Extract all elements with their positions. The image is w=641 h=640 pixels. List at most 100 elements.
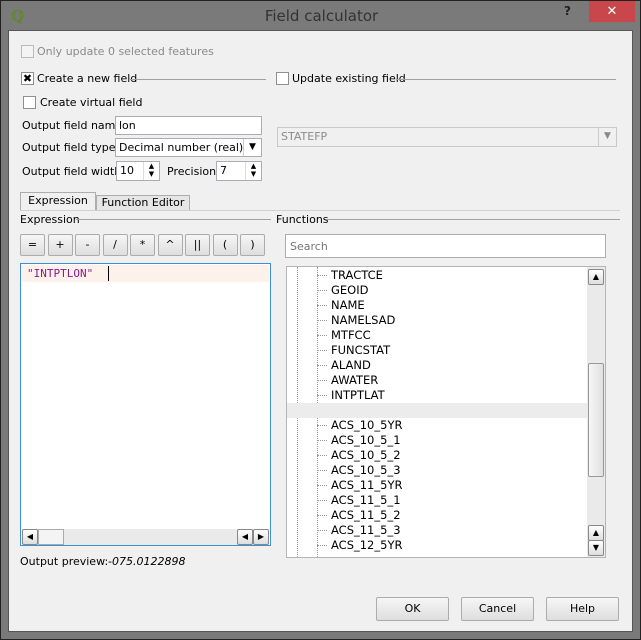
functions-tree[interactable]: TRACTCE GEOID NAME NAMELSAD MTFCC FUNCSTAT ALA… (286, 266, 606, 558)
function-list-item[interactable]: NAME (317, 298, 365, 313)
scroll-up-icon[interactable]: ▲ (588, 525, 604, 541)
create-new-field-label: Create a new field (37, 72, 138, 85)
existing-field-select[interactable]: STATEFP ▼ (277, 127, 617, 147)
function-list-item[interactable]: ACS_11_5_2 (317, 508, 401, 523)
operator-button[interactable]: || (185, 234, 210, 256)
function-list-item[interactable]: NAMELSAD (317, 313, 395, 328)
function-item-label: FUNCSTAT (331, 343, 391, 357)
field-width-value: 10 (120, 164, 134, 177)
operator-button[interactable]: ) (240, 234, 265, 256)
output-preview-value: -075.0122898 (108, 555, 186, 568)
function-list-item[interactable]: GEOID (317, 283, 368, 298)
virtual-field-checkbox[interactable] (23, 96, 36, 109)
field-width-spinbox[interactable]: 10 ▲ ▼ (116, 161, 160, 181)
existing-field-value: STATEFP (281, 130, 328, 143)
function-list-item[interactable]: TRACTCE (317, 268, 383, 283)
precision-value: 7 (220, 164, 227, 177)
divider (76, 219, 271, 220)
scroll-up-icon[interactable]: ▲ (588, 269, 604, 285)
help-title-button[interactable]: ? (564, 4, 571, 18)
tree-branch-icon (317, 500, 327, 501)
function-list-item[interactable]: ACS_11_5YR (317, 478, 402, 493)
tree-branch-icon (317, 515, 327, 516)
tree-branch-icon (317, 320, 327, 321)
scroll-down-icon[interactable]: ▼ (588, 540, 604, 556)
chevron-down-icon: ▼ (243, 139, 261, 156)
selected-row-highlight (287, 403, 587, 418)
function-list-item[interactable]: ACS_10_5_3 (317, 463, 401, 478)
update-existing-checkbox[interactable] (276, 72, 289, 85)
precision-label: Precision (167, 165, 217, 178)
function-list-item[interactable]: ACS_11_5_1 (317, 493, 401, 508)
field-name-label: Output field name (22, 119, 123, 132)
update-existing-label: Update existing field (292, 72, 406, 85)
function-item-label: ACS_12_5YR (331, 538, 403, 552)
tree-branch-icon (317, 290, 327, 291)
function-item-label: ACS_10_5YR (331, 418, 403, 432)
output-preview-label: Output preview: (20, 555, 109, 568)
tab-function-editor[interactable]: Function Editor (96, 195, 190, 211)
functions-group-label: Functions (276, 213, 329, 226)
divider (130, 79, 266, 80)
function-item-label: AWATER (331, 373, 379, 387)
operator-button[interactable]: - (75, 234, 100, 256)
operator-button[interactable]: + (47, 234, 73, 256)
function-list-item[interactable]: ACS_10_5_1 (317, 433, 401, 448)
precision-spinbox[interactable]: 7 ▲ ▼ (216, 161, 262, 181)
cancel-button[interactable]: Cancel (461, 597, 534, 621)
tree-branch-icon (317, 470, 327, 471)
function-list-item[interactable]: AWATER (317, 373, 378, 388)
operator-button[interactable]: / (102, 234, 128, 256)
divider (326, 219, 620, 220)
field-name-input[interactable]: lon (115, 116, 262, 135)
horizontal-scrollbar[interactable]: ◀ ◀ ▶ (22, 529, 269, 545)
tree-branch-icon (317, 365, 327, 366)
tree-branch-icon (317, 350, 327, 351)
close-button[interactable]: ✕ (589, 1, 635, 22)
tab-expression[interactable]: Expression (20, 192, 96, 211)
function-item-label: MTFCC (331, 328, 371, 342)
spin-arrows-icon[interactable]: ▲ ▼ (143, 162, 159, 180)
scroll-thumb[interactable] (38, 529, 64, 545)
tree-branch-icon (317, 545, 327, 546)
function-list-item[interactable]: ACS_10_5YR (317, 418, 402, 433)
scroll-left-icon[interactable]: ◀ (22, 529, 38, 545)
function-list-item[interactable]: ACS_10_5_2 (317, 448, 401, 463)
only-selected-label: Only update 0 selected features (37, 45, 214, 58)
function-search-input[interactable] (285, 234, 606, 258)
function-item-label: ACS_10_5_1 (331, 433, 401, 447)
create-new-field-checkbox[interactable]: ✖ (21, 72, 34, 85)
function-list-item[interactable]: INTPTLAT (317, 388, 385, 403)
tree-branch-icon (317, 530, 327, 531)
scroll-right-icon[interactable]: ▶ (253, 529, 269, 545)
function-item-label: ALAND (331, 358, 371, 372)
help-button[interactable]: Help (546, 597, 619, 621)
spin-arrows-icon[interactable]: ▲ ▼ (245, 162, 261, 180)
only-selected-checkbox[interactable] (21, 45, 34, 58)
operator-button[interactable]: ( (212, 234, 238, 256)
function-item-label: INTPTLAT (331, 388, 385, 402)
function-item-label: ACS_11_5_3 (331, 523, 401, 537)
field-type-label: Output field type (22, 141, 116, 154)
operator-button[interactable]: ^ (157, 234, 183, 256)
scroll-left-icon[interactable]: ◀ (237, 529, 253, 545)
expression-editor[interactable]: "INTPTLON" ◀ ◀ ▶ (20, 263, 271, 546)
operator-button[interactable]: = (20, 234, 45, 256)
function-list-item[interactable]: MTFCC (317, 328, 371, 343)
tab-divider (20, 210, 620, 211)
function-list-item[interactable]: FUNCSTAT (317, 343, 390, 358)
operator-button[interactable]: * (130, 234, 155, 256)
field-width-label: Output field width (22, 165, 122, 178)
function-item-label: ACS_11_5YR (331, 478, 403, 492)
function-list-item[interactable]: ALAND (317, 358, 371, 373)
scroll-thumb[interactable] (588, 363, 604, 477)
chevron-down-icon: ▼ (598, 128, 616, 146)
function-item-label: NAME (331, 298, 365, 312)
vertical-scrollbar[interactable]: ▲ ▲ ▼ (587, 267, 605, 557)
ok-button[interactable]: OK (376, 597, 449, 621)
function-list-item[interactable]: ACS_12_5YR (317, 538, 402, 553)
function-list-item[interactable]: ACS_11_5_3 (317, 523, 401, 538)
field-type-select[interactable]: Decimal number (real) ▼ (115, 138, 262, 157)
function-item-label: NAMELSAD (331, 313, 396, 327)
function-item-label: ACS_10_5_3 (331, 463, 401, 477)
